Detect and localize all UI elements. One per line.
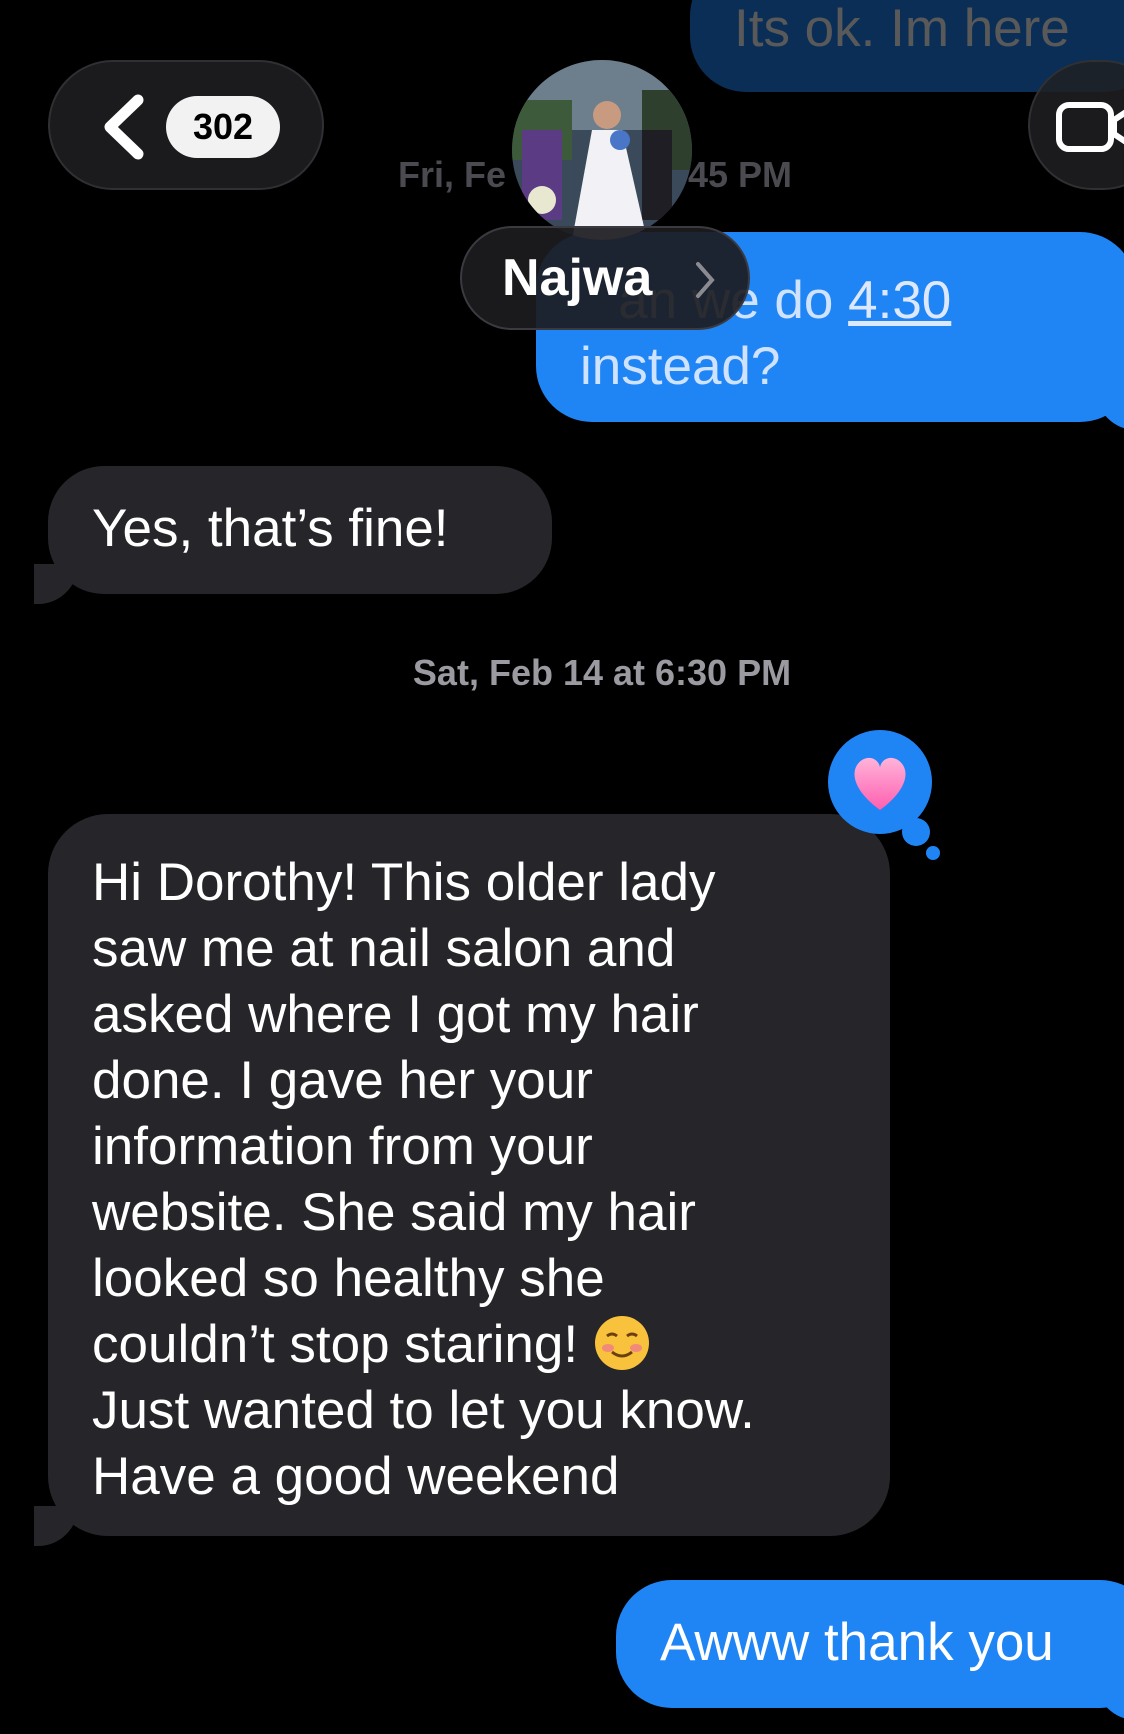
chevron-left-icon xyxy=(104,94,144,160)
smiling-face-emoji xyxy=(594,1316,649,1370)
time-link[interactable]: 4:30 xyxy=(848,271,951,330)
message-line-with-emoji: couldn’t stop staring! xyxy=(92,1312,890,1378)
message-line: Have a good weekend xyxy=(92,1447,620,1506)
contact-avatar[interactable] xyxy=(512,60,692,240)
chevron-right-icon xyxy=(696,262,715,298)
bubble-tail xyxy=(34,564,78,604)
message-text: Awww thank you xyxy=(660,1613,1054,1672)
message-line: instead? xyxy=(580,337,781,396)
back-button[interactable]: 302 xyxy=(48,60,324,190)
message-line: Hi Dorothy! This older lady xyxy=(92,853,716,912)
contact-name-button[interactable]: Najwa xyxy=(460,226,750,330)
message-line: done. I gave her your xyxy=(92,1051,593,1110)
outgoing-message[interactable]: Awww thank you xyxy=(616,1580,1124,1708)
bubble-tail xyxy=(34,1506,78,1546)
message-line: asked where I got my hair xyxy=(92,985,699,1044)
message-line: Just wanted to let you know. xyxy=(92,1381,755,1440)
message-line: looked so healthy she xyxy=(92,1249,605,1308)
video-camera-icon xyxy=(1056,102,1124,152)
message-line: website. She said my hair xyxy=(92,1183,696,1242)
reaction-tail-dot xyxy=(902,818,930,846)
message-line: information from your xyxy=(92,1117,593,1176)
reaction-tail-dot xyxy=(926,846,940,860)
message-text: Yes, that’s fine! xyxy=(92,499,449,558)
incoming-message[interactable]: Hi Dorothy! This older lady saw me at na… xyxy=(48,814,890,1536)
avatar-photo xyxy=(512,60,692,240)
message-line: saw me at nail salon and xyxy=(92,919,676,978)
unread-count-badge: 302 xyxy=(166,96,280,158)
timestamp: Sat, Feb 14 at 6:30 PM xyxy=(412,652,792,693)
message-text: Its ok. Im here xyxy=(734,0,1070,58)
incoming-message[interactable]: Yes, that’s fine! xyxy=(48,466,552,594)
contact-name: Najwa xyxy=(502,249,653,307)
